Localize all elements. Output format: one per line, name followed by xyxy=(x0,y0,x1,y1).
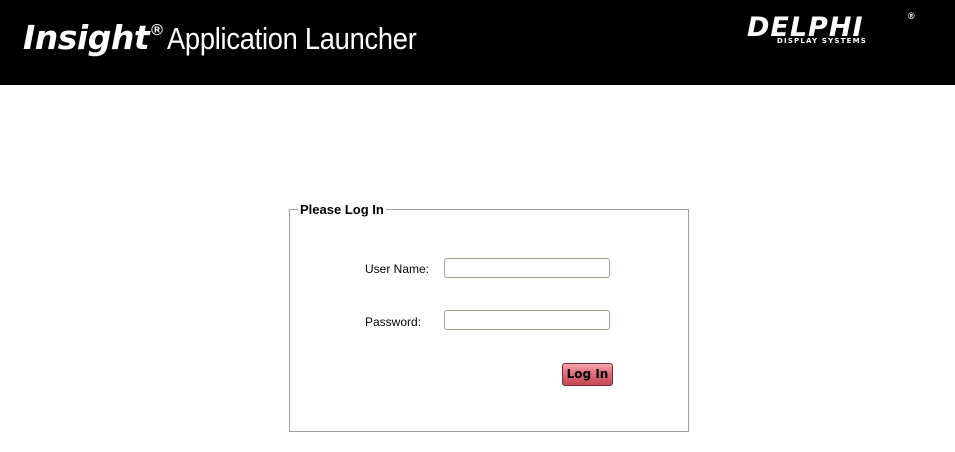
password-input[interactable] xyxy=(444,310,610,330)
product-name: Insight xyxy=(23,18,150,57)
username-label: User Name: xyxy=(365,262,430,276)
logo-tagline: DISPLAY SYSTEMS xyxy=(777,37,868,45)
login-button[interactable]: Log In xyxy=(562,363,613,386)
registered-mark: ® xyxy=(151,22,163,39)
company-logo: DELPHI DISPLAY SYSTEMS ® xyxy=(747,11,919,48)
logo-registered-mark: ® xyxy=(908,11,915,21)
app-title: Application Launcher xyxy=(166,21,417,56)
username-input[interactable] xyxy=(444,258,610,278)
login-fieldset: Please Log In User Name: Password: Log I… xyxy=(289,202,689,432)
app-header: Insight ® Application Launcher DELPHI DISP… xyxy=(0,0,955,85)
login-legend: Please Log In xyxy=(298,202,386,217)
app-brand: Insight ® Application Launcher xyxy=(23,18,450,57)
password-label: Password: xyxy=(365,315,422,329)
